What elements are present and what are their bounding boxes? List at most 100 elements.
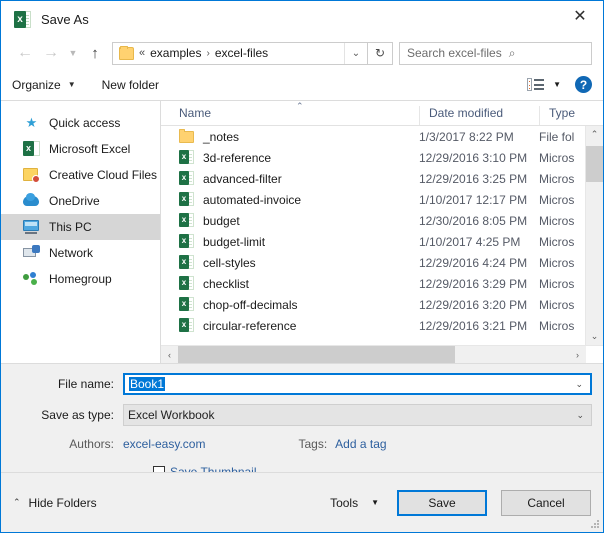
scroll-right-icon[interactable]: ›: [569, 350, 586, 360]
file-name-input[interactable]: Book1 ⌄: [123, 373, 592, 395]
file-name: cell-styles: [203, 256, 256, 270]
back-arrow-icon[interactable]: ←: [12, 40, 38, 66]
save-button[interactable]: Save: [397, 490, 487, 516]
table-row[interactable]: checklist 12/29/2016 3:29 PM Micros: [161, 273, 603, 294]
search-input[interactable]: Search excel-files ⌕: [399, 42, 592, 65]
breadcrumb[interactable]: « examples › excel-files ⌄: [112, 42, 368, 65]
tags-value[interactable]: Add a tag: [335, 437, 386, 451]
organize-button[interactable]: Organize ▼: [12, 78, 76, 92]
homegroup-icon: [23, 271, 40, 287]
network-icon: [23, 245, 40, 261]
chevron-down-icon[interactable]: ⌄: [344, 43, 367, 64]
horizontal-scrollbar[interactable]: ‹ ›: [161, 345, 603, 363]
file-name: budget-limit: [203, 235, 265, 249]
sidebar-item-microsoft-excel[interactable]: Microsoft Excel: [1, 136, 160, 162]
table-row[interactable]: budget 12/30/2016 8:05 PM Micros: [161, 210, 603, 231]
table-row[interactable]: budget-limit 1/10/2017 4:25 PM Micros: [161, 231, 603, 252]
chevron-down-icon[interactable]: ▼: [553, 80, 561, 89]
forward-arrow-icon[interactable]: →: [38, 40, 64, 66]
sidebar-item-homegroup[interactable]: Homegroup: [1, 266, 160, 292]
sidebar-item-onedrive[interactable]: OneDrive: [1, 188, 160, 214]
excel-file-icon: [179, 234, 194, 249]
column-header-name[interactable]: Name: [161, 106, 419, 125]
tools-button[interactable]: Tools ▼: [330, 496, 379, 510]
sidebar-item-quick-access[interactable]: ★ Quick access: [1, 110, 160, 136]
table-row[interactable]: _notes 1/3/2017 8:22 PM File fol: [161, 126, 603, 147]
table-row[interactable]: cell-styles 12/29/2016 4:24 PM Micros: [161, 252, 603, 273]
save-as-dialog: Save As ✕ ← → ▼ ↑ « examples › excel-fil…: [0, 0, 604, 533]
file-date: 12/29/2016 3:21 PM: [419, 319, 539, 333]
folder-icon: [179, 131, 194, 143]
hide-folders-button[interactable]: ⌃ Hide Folders: [13, 496, 97, 510]
breadcrumb-overflow[interactable]: «: [139, 47, 145, 59]
resize-grip[interactable]: [591, 520, 600, 529]
file-date: 12/30/2016 8:05 PM: [419, 214, 539, 228]
breadcrumb-item-examples[interactable]: examples: [150, 46, 201, 60]
dialog-body: ★ Quick access Microsoft Excel Creative …: [1, 101, 603, 363]
command-toolbar: Organize ▼ New folder ▼ ?: [1, 69, 603, 101]
navigation-sidebar: ★ Quick access Microsoft Excel Creative …: [1, 101, 161, 363]
computer-icon: [23, 219, 40, 235]
chevron-up-icon[interactable]: ⌃: [586, 126, 603, 143]
column-header-date-modified[interactable]: Date modified: [419, 106, 539, 125]
save-as-type-select[interactable]: Excel Workbook ⌄: [123, 404, 592, 426]
cancel-button[interactable]: Cancel: [501, 490, 591, 516]
sidebar-item-creative-cloud-files[interactable]: Creative Cloud Files: [1, 162, 160, 188]
sidebar-item-label: Creative Cloud Files: [49, 168, 157, 182]
search-icon[interactable]: ⌕: [509, 46, 516, 61]
help-icon[interactable]: ?: [575, 76, 592, 93]
table-row[interactable]: chop-off-decimals 12/29/2016 3:20 PM Mic…: [161, 294, 603, 315]
excel-file-icon: [179, 297, 194, 312]
sidebar-item-this-pc[interactable]: This PC: [1, 214, 160, 240]
title-bar: Save As ✕: [1, 1, 603, 37]
search-placeholder: Search excel-files: [407, 46, 502, 60]
breadcrumb-item-excel-files[interactable]: excel-files: [215, 46, 268, 60]
chevron-down-icon[interactable]: ⌄: [575, 379, 583, 390]
authors-label: Authors:: [1, 437, 123, 451]
scroll-left-icon[interactable]: ‹: [161, 350, 178, 360]
excel-file-icon: [179, 192, 194, 207]
authors-value[interactable]: excel-easy.com: [123, 437, 205, 451]
table-row[interactable]: advanced-filter 12/29/2016 3:25 PM Micro…: [161, 168, 603, 189]
table-row[interactable]: circular-reference 12/29/2016 3:21 PM Mi…: [161, 315, 603, 336]
file-date: 12/29/2016 4:24 PM: [419, 256, 539, 270]
scrollbar-corner: [586, 346, 603, 363]
star-icon: ★: [23, 115, 40, 131]
refresh-icon[interactable]: ↻: [368, 42, 393, 65]
file-name: chop-off-decimals: [203, 298, 298, 312]
file-name: checklist: [203, 277, 249, 291]
new-folder-button[interactable]: New folder: [102, 78, 159, 92]
vertical-scrollbar[interactable]: ⌃ ⌄: [585, 126, 603, 345]
sidebar-item-label: Network: [49, 246, 93, 260]
column-header-type[interactable]: Type: [539, 106, 603, 125]
file-name-row: File name: Book1 ⌄: [1, 373, 603, 395]
file-name: budget: [203, 214, 240, 228]
recent-locations-icon[interactable]: ▼: [64, 40, 82, 66]
sidebar-item-network[interactable]: Network: [1, 240, 160, 266]
chevron-down-icon[interactable]: ⌄: [576, 410, 584, 421]
close-icon[interactable]: ✕: [557, 1, 603, 31]
save-form: File name: Book1 ⌄ Save as type: Excel W…: [1, 363, 603, 482]
file-name: _notes: [203, 130, 239, 144]
scrollbar-thumb[interactable]: [178, 346, 455, 363]
sidebar-item-label: Homegroup: [49, 272, 112, 286]
up-arrow-icon[interactable]: ↑: [82, 40, 108, 66]
chevron-down-icon[interactable]: ⌄: [586, 328, 603, 345]
file-rows: _notes 1/3/2017 8:22 PM File fol 3d-refe…: [161, 126, 603, 345]
sidebar-item-label: OneDrive: [49, 194, 100, 208]
file-name: circular-reference: [203, 319, 296, 333]
table-row[interactable]: automated-invoice 1/10/2017 12:17 PM Mic…: [161, 189, 603, 210]
scrollbar-thumb[interactable]: [586, 146, 603, 182]
footer-actions: Tools ▼ Save Cancel: [330, 490, 591, 516]
sort-ascending-icon: ⌃: [296, 101, 304, 112]
file-name: automated-invoice: [203, 193, 301, 207]
save-as-type-row: Save as type: Excel Workbook ⌄: [1, 404, 603, 426]
excel-file-icon: [179, 276, 194, 291]
view-layout-icon[interactable]: [527, 78, 544, 91]
column-headers: Name Date modified Type ⌃: [161, 101, 603, 126]
excel-file-icon: [179, 318, 194, 333]
breadcrumb-separator: ›: [206, 48, 209, 59]
tools-label: Tools: [330, 496, 358, 510]
file-date: 1/10/2017 12:17 PM: [419, 193, 539, 207]
table-row[interactable]: 3d-reference 12/29/2016 3:10 PM Micros: [161, 147, 603, 168]
